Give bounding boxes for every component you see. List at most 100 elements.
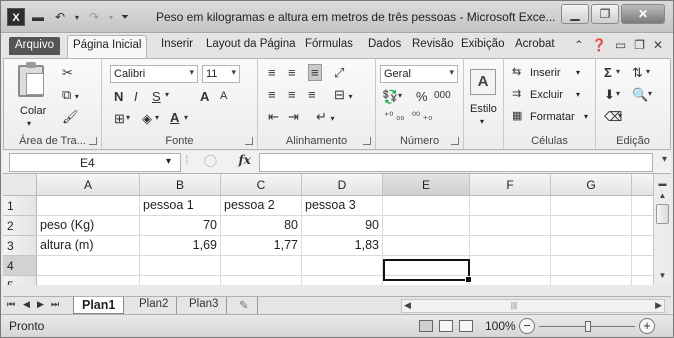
font-launcher-icon[interactable] xyxy=(245,137,253,145)
cell-f3[interactable] xyxy=(470,236,551,256)
column-header-d[interactable]: D xyxy=(302,174,383,196)
align-middle-icon[interactable]: ≡ xyxy=(288,65,296,80)
column-header-a[interactable]: A xyxy=(37,174,140,196)
scroll-left-icon[interactable]: ◀ xyxy=(404,300,411,311)
orientation-icon[interactable]: ⤢ xyxy=(334,65,344,81)
cell-h2[interactable] xyxy=(632,216,653,236)
chevron-down-icon[interactable]: ▾ xyxy=(166,156,171,167)
row-header-4[interactable]: 4 xyxy=(3,256,37,276)
decrease-indent-icon[interactable]: ⇤ xyxy=(268,109,279,125)
cell-b2[interactable]: 70 xyxy=(140,216,221,236)
tab-layout-da-pagina[interactable]: Layout da Página xyxy=(206,38,296,50)
tab-pagina-inicial[interactable]: Página Inicial xyxy=(67,35,148,59)
cell-a5[interactable] xyxy=(37,276,140,285)
cut-icon[interactable]: ✂ xyxy=(62,65,73,81)
cell-g3[interactable] xyxy=(551,236,632,256)
sort-filter-icon[interactable]: ⇅ xyxy=(632,65,643,81)
cell-f4[interactable] xyxy=(470,256,551,276)
vertical-scrollbar[interactable]: ▬ ▲ ▼ xyxy=(653,174,671,285)
autosum-button[interactable]: Σ xyxy=(604,65,612,80)
insert-cells-icon[interactable]: ⇆ xyxy=(512,65,521,78)
page-layout-view-icon[interactable] xyxy=(439,320,453,332)
cell-f5[interactable] xyxy=(470,276,551,285)
font-size-combo[interactable]: 11 ▾ xyxy=(202,65,240,83)
cell-h4[interactable] xyxy=(632,256,653,276)
save-icon[interactable]: ▬ xyxy=(29,8,47,26)
currency-dropdown-icon[interactable]: ▾ xyxy=(398,91,402,100)
prev-sheet-icon[interactable]: ◀ xyxy=(23,299,30,310)
cell-e3[interactable] xyxy=(383,236,470,256)
scroll-down-icon[interactable]: ▼ xyxy=(655,268,670,283)
column-header-f[interactable]: F xyxy=(470,174,551,196)
cancel-formula-icon[interactable]: ◯ xyxy=(204,153,217,167)
tab-formulas[interactable]: Fórmulas xyxy=(305,38,353,50)
wrap-text-icon[interactable]: ↵ ▾ xyxy=(316,109,335,125)
cell-a2[interactable]: peso (Kg) xyxy=(37,216,140,236)
row-header-2[interactable]: 2 xyxy=(3,216,37,236)
redo-icon[interactable]: ↷ xyxy=(85,8,103,26)
cell-c1[interactable]: pessoa 2 xyxy=(221,196,302,216)
copy-icon[interactable]: ⧉ ▾ xyxy=(62,87,79,103)
cell-b5[interactable] xyxy=(140,276,221,285)
sheet-tab-plan3[interactable]: Plan3 xyxy=(181,297,228,314)
insert-function-button[interactable]: fx xyxy=(238,153,250,167)
doc-close-icon[interactable]: ✕ xyxy=(653,38,663,52)
cell-d4[interactable] xyxy=(302,256,383,276)
cell-c5[interactable] xyxy=(221,276,302,285)
clipboard-launcher-icon[interactable] xyxy=(89,137,97,145)
sheet-tab-plan1[interactable]: Plan1 xyxy=(73,297,125,314)
paste-dropdown-icon[interactable]: ▾ xyxy=(27,119,31,128)
cell-c4[interactable] xyxy=(221,256,302,276)
align-left-icon[interactable]: ≡ xyxy=(268,87,276,102)
fill-dropdown-icon[interactable]: ▾ xyxy=(616,89,620,98)
bold-button[interactable]: N xyxy=(114,89,123,104)
cell-e2[interactable] xyxy=(383,216,470,236)
first-sheet-icon[interactable]: ⏮ xyxy=(7,299,15,310)
scroll-up-icon[interactable]: ▲ xyxy=(655,188,670,203)
row-header-1[interactable]: 1 xyxy=(3,196,37,216)
borders-icon[interactable]: ⊞ xyxy=(114,111,125,127)
cell-f2[interactable] xyxy=(470,216,551,236)
zoom-level[interactable]: 100% xyxy=(485,319,516,333)
scroll-right-icon[interactable]: ▶ xyxy=(655,300,662,311)
increase-decimal-icon[interactable]: ⁺⁰ ₀₀ xyxy=(384,111,404,122)
cell-g4[interactable] xyxy=(551,256,632,276)
zoom-out-icon[interactable]: − xyxy=(519,318,535,334)
font-color-button[interactable]: A xyxy=(170,110,179,125)
format-cells-button[interactable]: Formatar xyxy=(530,111,575,123)
borders-dropdown-icon[interactable]: ▾ xyxy=(126,113,130,122)
cell-h3[interactable] xyxy=(632,236,653,256)
fill-icon[interactable]: ⬇ xyxy=(604,87,615,103)
active-cell-outline[interactable] xyxy=(383,259,472,283)
column-header-c[interactable]: C xyxy=(221,174,302,196)
tab-arquivo[interactable]: Arquivo xyxy=(9,37,60,55)
normal-view-icon[interactable] xyxy=(419,320,433,332)
select-all-button[interactable] xyxy=(3,174,37,196)
delete-cells-button[interactable]: Excluir xyxy=(530,89,563,101)
font-color-dropdown-icon[interactable]: ▾ xyxy=(184,113,188,122)
vertical-scroll-thumb[interactable] xyxy=(656,204,669,224)
shrink-font-button[interactable]: A xyxy=(220,90,227,102)
cell-h1[interactable] xyxy=(632,196,653,216)
underline-dropdown-icon[interactable]: ▾ xyxy=(165,90,169,99)
column-header-e[interactable]: E xyxy=(383,174,470,196)
cell-d3[interactable]: 1,83 xyxy=(302,236,383,256)
format-dropdown-icon[interactable]: ▾ xyxy=(584,112,588,121)
tab-inserir[interactable]: Inserir xyxy=(161,38,193,50)
cell-e1[interactable] xyxy=(383,196,470,216)
undo-dropdown-icon[interactable]: ▾ xyxy=(73,8,81,26)
align-center-icon[interactable]: ≡ xyxy=(288,87,296,102)
fill-color-dropdown-icon[interactable]: ▾ xyxy=(155,113,159,122)
align-top-icon[interactable]: ≡ xyxy=(268,65,276,80)
format-painter-icon[interactable]: 🖌 xyxy=(62,109,79,125)
number-launcher-icon[interactable] xyxy=(451,137,459,145)
percent-button[interactable]: % xyxy=(416,89,428,104)
sheet-tab-plan2[interactable]: Plan2 xyxy=(131,297,178,314)
column-header-g[interactable]: G xyxy=(551,174,632,196)
styles-dropdown-icon[interactable]: ▾ xyxy=(480,117,484,126)
customize-toolbar-icon[interactable]: ⏷ xyxy=(119,8,131,26)
cell-g2[interactable] xyxy=(551,216,632,236)
horizontal-scroll-thumb[interactable]: ||| xyxy=(492,301,536,311)
cell-d5[interactable] xyxy=(302,276,383,285)
column-header-b[interactable]: B xyxy=(140,174,221,196)
